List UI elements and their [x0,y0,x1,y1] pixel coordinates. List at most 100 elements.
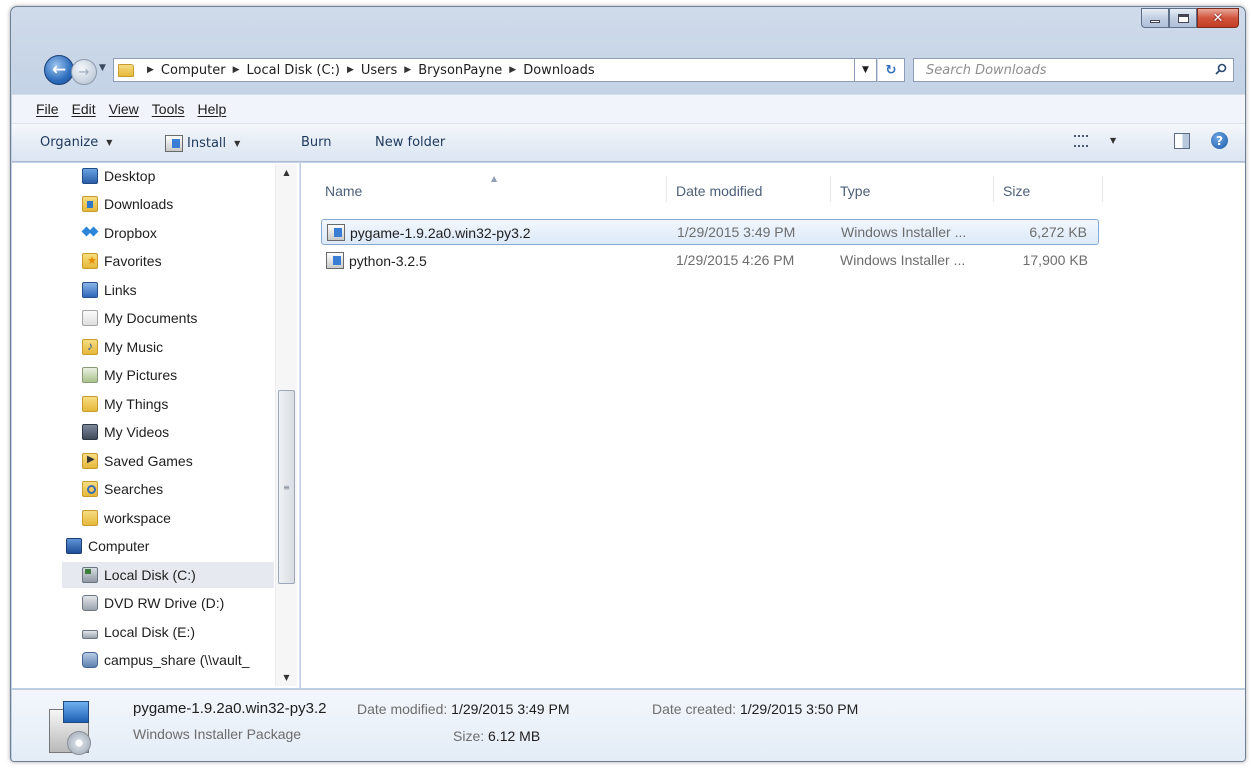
preview-pane-icon[interactable] [1174,133,1190,149]
breadcrumb-separator-icon[interactable]: ▶ [404,65,411,75]
forward-button[interactable]: → [71,59,97,85]
burn-label: Burn [301,135,332,150]
search-input[interactable] [926,62,1196,78]
column-divider[interactable] [993,176,994,202]
column-divider[interactable] [1102,176,1103,202]
details-file-type: Windows Installer Package [133,726,302,742]
new-folder-button[interactable]: New folder [375,135,445,150]
minimize-button[interactable] [1141,8,1169,28]
nav-item-label: My Things [104,396,169,412]
nav-item-workspace[interactable]: workspace [82,505,171,531]
nav-item-local-disk-e[interactable]: Local Disk (E:) [82,619,195,645]
installer-icon [165,135,183,152]
links-folder-icon [82,282,98,298]
menu-tools[interactable]: Tools [152,101,185,117]
file-row-pygame[interactable]: pygame-1.9.2a0.win32-py3.2 1/29/2015 3:4… [321,219,1099,245]
file-size: 6,272 KB [1029,224,1087,240]
column-header-size[interactable]: Size [1003,183,1030,199]
nav-item-desktop[interactable]: Desktop [82,163,155,189]
search-icon[interactable] [1215,63,1227,75]
nav-item-my-things[interactable]: My Things [82,391,168,417]
menu-help[interactable]: Help [197,101,226,117]
chevron-down-icon: ▼ [106,138,113,147]
change-view-icon[interactable] [1074,135,1088,147]
refresh-button[interactable]: ↻ [877,58,905,82]
scroll-up-arrow-icon[interactable]: ▲ [276,164,297,181]
disk-drive-icon [82,629,98,639]
navigation-pane: Desktop Downloads Dropbox Favorites Link… [12,163,300,688]
back-arrow-icon: ← [51,60,67,80]
breadcrumb-user[interactable]: BrysonPayne [418,63,502,78]
nav-item-my-documents[interactable]: My Documents [82,305,197,331]
column-divider[interactable] [830,176,831,202]
nav-item-links[interactable]: Links [82,277,137,303]
organize-label: Organize [40,135,99,150]
scroll-down-arrow-icon[interactable]: ▼ [276,669,297,686]
details-date-created: Date created: 1/29/2015 3:50 PM [652,701,858,717]
breadcrumb-separator-icon[interactable]: ▶ [147,65,154,75]
breadcrumb-downloads[interactable]: Downloads [523,63,594,78]
install-button[interactable]: Install ▼ [165,135,240,152]
nav-item-searches[interactable]: Searches [82,476,163,502]
breadcrumb-separator-icon[interactable]: ▶ [509,65,516,75]
file-list: ▲ Name Date modified Type Size pygame-1.… [301,163,1245,688]
nav-item-label: Local Disk (E:) [104,624,196,640]
menu-edit[interactable]: Edit [72,101,96,117]
burn-button[interactable]: Burn [301,135,332,150]
nav-item-label: workspace [104,510,171,526]
breadcrumb-users[interactable]: Users [361,63,397,78]
chevron-down-icon: ▼ [234,139,241,148]
pictures-folder-icon [82,367,98,383]
computer-icon [66,538,82,554]
nav-item-computer[interactable]: Computer [66,533,149,559]
nav-pane-scrollbar[interactable]: ▲ ≡ ▼ [275,164,297,686]
nav-item-dvd-drive[interactable]: DVD RW Drive (D:) [82,590,224,616]
nav-item-my-pictures[interactable]: My Pictures [82,362,177,388]
maximize-button[interactable] [1169,8,1197,28]
date-created-value[interactable]: 1/29/2015 3:50 PM [740,701,858,717]
view-options-dropdown[interactable]: ▼ [1102,136,1116,145]
nav-item-label: My Videos [104,424,170,440]
column-divider[interactable] [666,176,667,202]
breadcrumb-separator-icon[interactable]: ▶ [233,65,240,75]
nav-item-label: My Documents [104,310,198,326]
scrollbar-thumb[interactable]: ≡ [278,390,295,584]
help-icon[interactable]: ? [1211,132,1228,149]
date-modified-value[interactable]: 1/29/2015 3:49 PM [451,701,569,717]
nav-item-my-videos[interactable]: My Videos [82,419,169,445]
nav-item-saved-games[interactable]: Saved Games [82,448,193,474]
nav-item-my-music[interactable]: My Music [82,334,163,360]
column-header-name[interactable]: Name [325,183,362,199]
breadcrumb-local-disk[interactable]: Local Disk (C:) [246,63,339,78]
column-header-date-modified[interactable]: Date modified [676,183,762,199]
nav-item-campus-share[interactable]: campus_share (\\vault_ [82,647,250,673]
sort-ascending-icon: ▲ [491,174,498,183]
file-row-python[interactable]: python-3.2.5 1/29/2015 4:26 PM Windows I… [321,248,1099,274]
nav-item-label: My Music [104,339,164,355]
address-bar[interactable]: ▶ Computer ▶ Local Disk (C:) ▶ Users ▶ B… [113,58,855,82]
search-box[interactable] [913,58,1234,82]
nav-item-label: Links [104,282,137,298]
size-value: 6.12 MB [488,728,541,744]
address-history-dropdown[interactable]: ▼ [855,58,877,82]
file-name: python-3.2.5 [349,252,427,269]
desktop-icon [82,168,98,184]
nav-item-dropbox[interactable]: Dropbox [82,220,157,246]
breadcrumb-separator-icon[interactable]: ▶ [347,65,354,75]
recent-pages-dropdown[interactable]: ▼ [99,63,106,73]
menu-file[interactable]: File [36,101,59,117]
breadcrumb-computer[interactable]: Computer [161,63,226,78]
column-header-type[interactable]: Type [840,183,870,199]
documents-folder-icon [82,310,98,326]
menu-view[interactable]: View [109,101,139,117]
videos-folder-icon [82,424,98,440]
organize-button[interactable]: Organize ▼ [40,135,112,150]
nav-item-label: Saved Games [104,453,193,469]
installer-icon [326,252,344,269]
nav-item-favorites[interactable]: Favorites [82,248,162,274]
nav-item-downloads[interactable]: Downloads [82,191,173,217]
back-button[interactable]: ← [44,55,74,85]
close-button[interactable]: ✕ [1197,8,1239,28]
file-name-cell: python-3.2.5 [326,252,427,269]
nav-item-local-disk-c[interactable]: Local Disk (C:) [62,562,274,588]
